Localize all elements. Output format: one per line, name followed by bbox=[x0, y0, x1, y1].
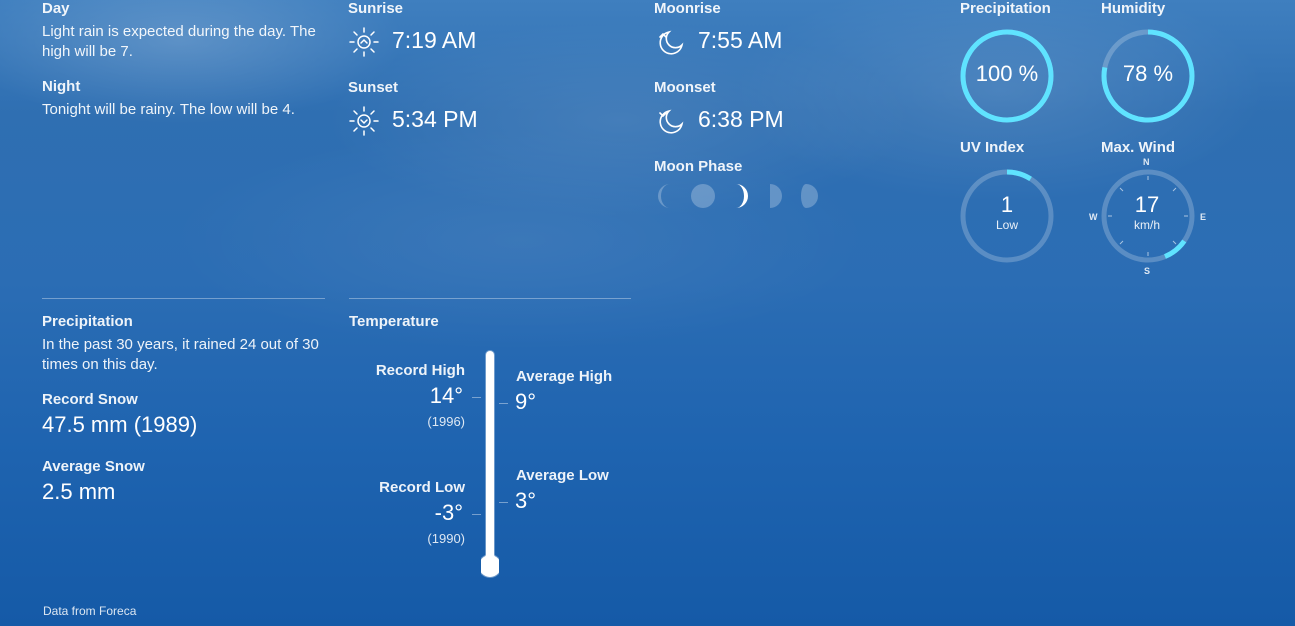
moon-phase-label: Moon Phase bbox=[654, 158, 743, 175]
moonrise-icon bbox=[656, 28, 686, 58]
moonset-icon bbox=[656, 107, 686, 137]
record-low-label: Record Low bbox=[379, 479, 465, 496]
night-forecast-text: Tonight will be rainy. The low will be 4… bbox=[42, 101, 295, 118]
day-forecast-text: Light rain is expected during the day. T… bbox=[42, 23, 316, 60]
moonset-time: 6:38 PM bbox=[698, 106, 784, 132]
uv-index-description: Low bbox=[995, 218, 1018, 232]
record-high-label: Record High bbox=[375, 362, 465, 379]
average-high-value: 9° bbox=[515, 389, 537, 414]
data-source-credit: Data from Foreca bbox=[43, 604, 137, 618]
sunrise-icon bbox=[348, 26, 380, 58]
sunset-time: 5:34 PM bbox=[392, 106, 478, 132]
record-low-value: -3° bbox=[434, 500, 463, 525]
average-low-label: Average Low bbox=[516, 467, 609, 484]
moon-phase-waning-crescent-icon bbox=[658, 184, 670, 208]
history-precipitation-text: In the past 30 years, it rained 24 out o… bbox=[42, 336, 319, 373]
uv-value-wrap: 1 Low bbox=[960, 192, 1054, 232]
compass-north: N bbox=[1143, 157, 1150, 167]
moon-phase-strip bbox=[658, 181, 828, 211]
average-snow-value: 2.5 mm bbox=[42, 479, 116, 504]
humidity-gauge-label: Humidity bbox=[1101, 0, 1166, 17]
compass-west: W bbox=[1089, 212, 1098, 222]
thermometer-icon bbox=[478, 349, 502, 579]
moonrise-time: 7:55 AM bbox=[698, 27, 783, 53]
day-label: Day bbox=[42, 0, 70, 17]
history-temperature-label: Temperature bbox=[349, 313, 439, 330]
average-low-tick bbox=[499, 502, 508, 503]
history-divider-left bbox=[42, 298, 325, 299]
average-low-value: 3° bbox=[515, 488, 537, 513]
record-low-tick bbox=[472, 514, 481, 515]
moon-phase-new-moon-icon bbox=[691, 184, 715, 208]
record-high-value: 14° bbox=[429, 383, 463, 408]
night-label: Night bbox=[42, 78, 81, 95]
uv-index-value: 1 bbox=[1000, 192, 1014, 217]
wind-value-wrap: 17 km/h bbox=[1100, 192, 1194, 232]
wind-speed-value: 17 bbox=[1134, 192, 1160, 217]
compass-east: E bbox=[1200, 212, 1207, 222]
precipitation-gauge-label: Precipitation bbox=[960, 0, 1051, 17]
record-snow-value: 47.5 mm (1989) bbox=[42, 412, 198, 437]
moonset-label: Moonset bbox=[654, 79, 716, 96]
wind-speed-unit: km/h bbox=[1133, 218, 1160, 232]
precipitation-value: 100 % bbox=[975, 61, 1039, 86]
average-high-label: Average High bbox=[516, 368, 613, 385]
moon-phase-waxing-crescent-icon bbox=[736, 184, 748, 208]
record-low-year: (1990) bbox=[427, 531, 465, 546]
sunset-icon bbox=[348, 105, 380, 137]
moon-phase-first-quarter-icon bbox=[770, 184, 782, 208]
compass-south: S bbox=[1144, 266, 1151, 276]
record-snow-label: Record Snow bbox=[42, 391, 138, 408]
record-high-tick bbox=[472, 397, 481, 398]
humidity-value-wrap: 78 % bbox=[1101, 61, 1195, 87]
history-divider-right bbox=[349, 298, 631, 299]
history-precipitation-label: Precipitation bbox=[42, 313, 133, 330]
average-high-tick bbox=[499, 403, 508, 404]
sunrise-label: Sunrise bbox=[348, 0, 404, 17]
moonrise-label: Moonrise bbox=[654, 0, 721, 17]
record-high-year: (1996) bbox=[427, 414, 465, 429]
moon-phase-waxing-gibbous-icon bbox=[801, 184, 818, 208]
average-snow-label: Average Snow bbox=[42, 458, 145, 475]
sunset-label: Sunset bbox=[348, 79, 399, 96]
precipitation-value-wrap: 100 % bbox=[960, 61, 1054, 87]
humidity-value: 78 % bbox=[1122, 61, 1174, 86]
sunrise-time: 7:19 AM bbox=[392, 27, 477, 53]
